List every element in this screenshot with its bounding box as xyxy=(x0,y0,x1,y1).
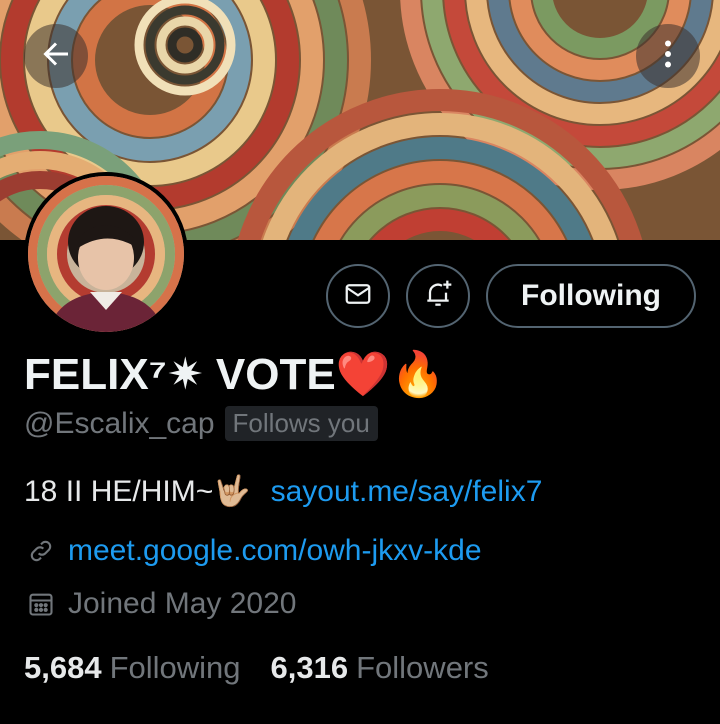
bio-link[interactable]: sayout.me/say/felix7 xyxy=(271,475,543,509)
following-button[interactable]: Following xyxy=(486,264,696,328)
bio-text: 18 II HE/HIM~🤟🏼 xyxy=(24,475,251,508)
followers-count: 6,316 xyxy=(270,650,349,685)
joined-date: Joined May 2020 xyxy=(68,587,297,620)
followers-label: Followers xyxy=(356,650,489,685)
bell-plus-icon xyxy=(422,278,454,315)
joined-row: Joined May 2020 xyxy=(24,587,297,621)
handle-row: @Escalix_cap Follows you xyxy=(24,406,378,441)
following-count: 5,684 xyxy=(24,650,102,685)
calendar-icon xyxy=(24,587,58,621)
user-handle: @Escalix_cap xyxy=(24,406,215,440)
link-icon xyxy=(24,534,58,568)
website-row: meet.google.com/owh-jkxv-kde xyxy=(24,534,482,568)
more-options-button[interactable] xyxy=(636,24,700,88)
bio: 18 II HE/HIM~🤟🏼 sayout.me/say/felix7 xyxy=(24,474,542,509)
followers-stat[interactable]: 6,316 Followers xyxy=(271,650,489,686)
arrow-left-icon xyxy=(38,36,74,77)
message-button[interactable] xyxy=(326,264,390,328)
notifications-button[interactable] xyxy=(406,264,470,328)
follow-stats: 5,684 Following 6,316 Followers xyxy=(24,650,519,686)
more-vertical-icon xyxy=(650,36,686,77)
following-label: Following xyxy=(109,650,241,685)
display-name: FELIX⁷✷ VOTE❤️🔥 xyxy=(24,350,446,399)
envelope-icon xyxy=(343,279,373,314)
profile-actions: Following xyxy=(0,264,720,328)
follows-you-badge: Follows you xyxy=(224,406,378,441)
following-stat[interactable]: 5,684 Following xyxy=(24,650,241,686)
website-link[interactable]: meet.google.com/owh-jkxv-kde xyxy=(68,534,482,568)
back-button[interactable] xyxy=(24,24,88,88)
